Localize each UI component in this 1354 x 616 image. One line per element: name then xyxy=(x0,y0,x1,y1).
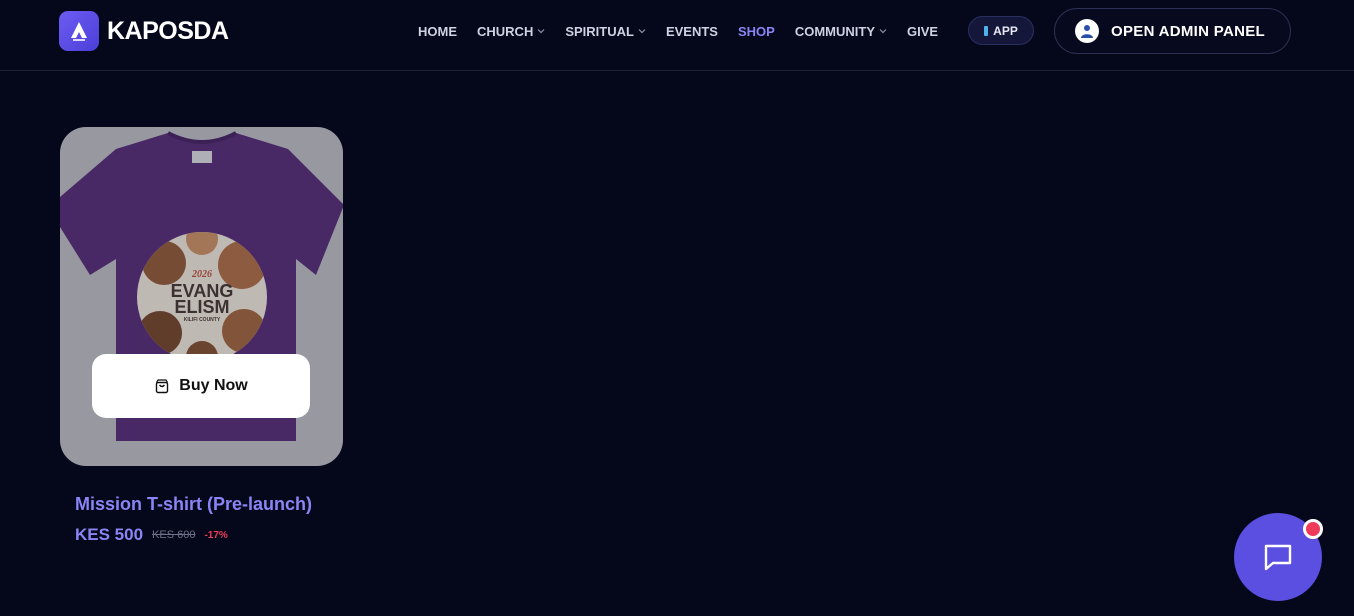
nav-community-label: COMMUNITY xyxy=(794,23,875,39)
buy-now-button[interactable]: Buy Now xyxy=(92,354,310,418)
phone-icon xyxy=(984,25,989,36)
nav-events-label: EVENTS xyxy=(665,23,718,39)
chevron-down-icon xyxy=(879,29,887,34)
nav-give[interactable]: GIVE xyxy=(907,24,938,39)
chevron-down-icon xyxy=(537,29,545,34)
product-price: KES 500 xyxy=(75,525,144,544)
church-logo-icon xyxy=(59,11,99,51)
buy-now-label: Buy Now xyxy=(179,377,248,394)
nav-give-label: GIVE xyxy=(907,23,939,39)
nav-church[interactable]: CHURCH xyxy=(477,24,545,39)
nav-community[interactable]: COMMUNITY xyxy=(795,24,887,39)
app-label: APP xyxy=(993,23,1018,38)
nav-home-label: HOME xyxy=(418,23,457,39)
product-title[interactable]: Mission T-shirt (Pre-launch) xyxy=(75,494,312,515)
app-button[interactable]: APP xyxy=(968,16,1034,45)
main-nav: HOME CHURCH SPIRITUAL EVENTS SHOP COMMUN… xyxy=(418,22,958,40)
nav-home[interactable]: HOME xyxy=(418,24,457,39)
admin-avatar-icon xyxy=(1075,19,1099,43)
admin-label: OPEN ADMIN PANEL xyxy=(1111,22,1265,40)
nav-church-label: CHURCH xyxy=(477,23,534,39)
notification-dot xyxy=(1303,519,1323,539)
shopping-bag-icon xyxy=(156,379,169,394)
nav-events[interactable]: EVENTS xyxy=(666,24,718,39)
brand-name: KAPOSDA xyxy=(107,16,229,45)
site-header: KAPOSDA HOME CHURCH SPIRITUAL EVENTS SHO… xyxy=(0,0,1354,71)
product-old-price: KES 600 xyxy=(152,529,196,541)
open-admin-panel-button[interactable]: OPEN ADMIN PANEL xyxy=(1054,8,1291,54)
brand-logo[interactable]: KAPOSDA xyxy=(59,11,229,51)
nav-spiritual[interactable]: SPIRITUAL xyxy=(565,24,646,39)
nav-shop[interactable]: SHOP xyxy=(738,24,775,39)
price-row: KES 500 KES 600 -17% xyxy=(75,525,228,545)
chat-bubble-icon xyxy=(1264,544,1292,571)
chevron-down-icon xyxy=(638,29,646,34)
nav-shop-label: SHOP xyxy=(737,23,775,39)
nav-spiritual-label: SPIRITUAL xyxy=(565,23,634,39)
product-card[interactable]: 2026 EVANG ELISM KILIFI COUNTY Buy Now xyxy=(60,127,343,466)
discount-badge: -17% xyxy=(204,529,228,541)
